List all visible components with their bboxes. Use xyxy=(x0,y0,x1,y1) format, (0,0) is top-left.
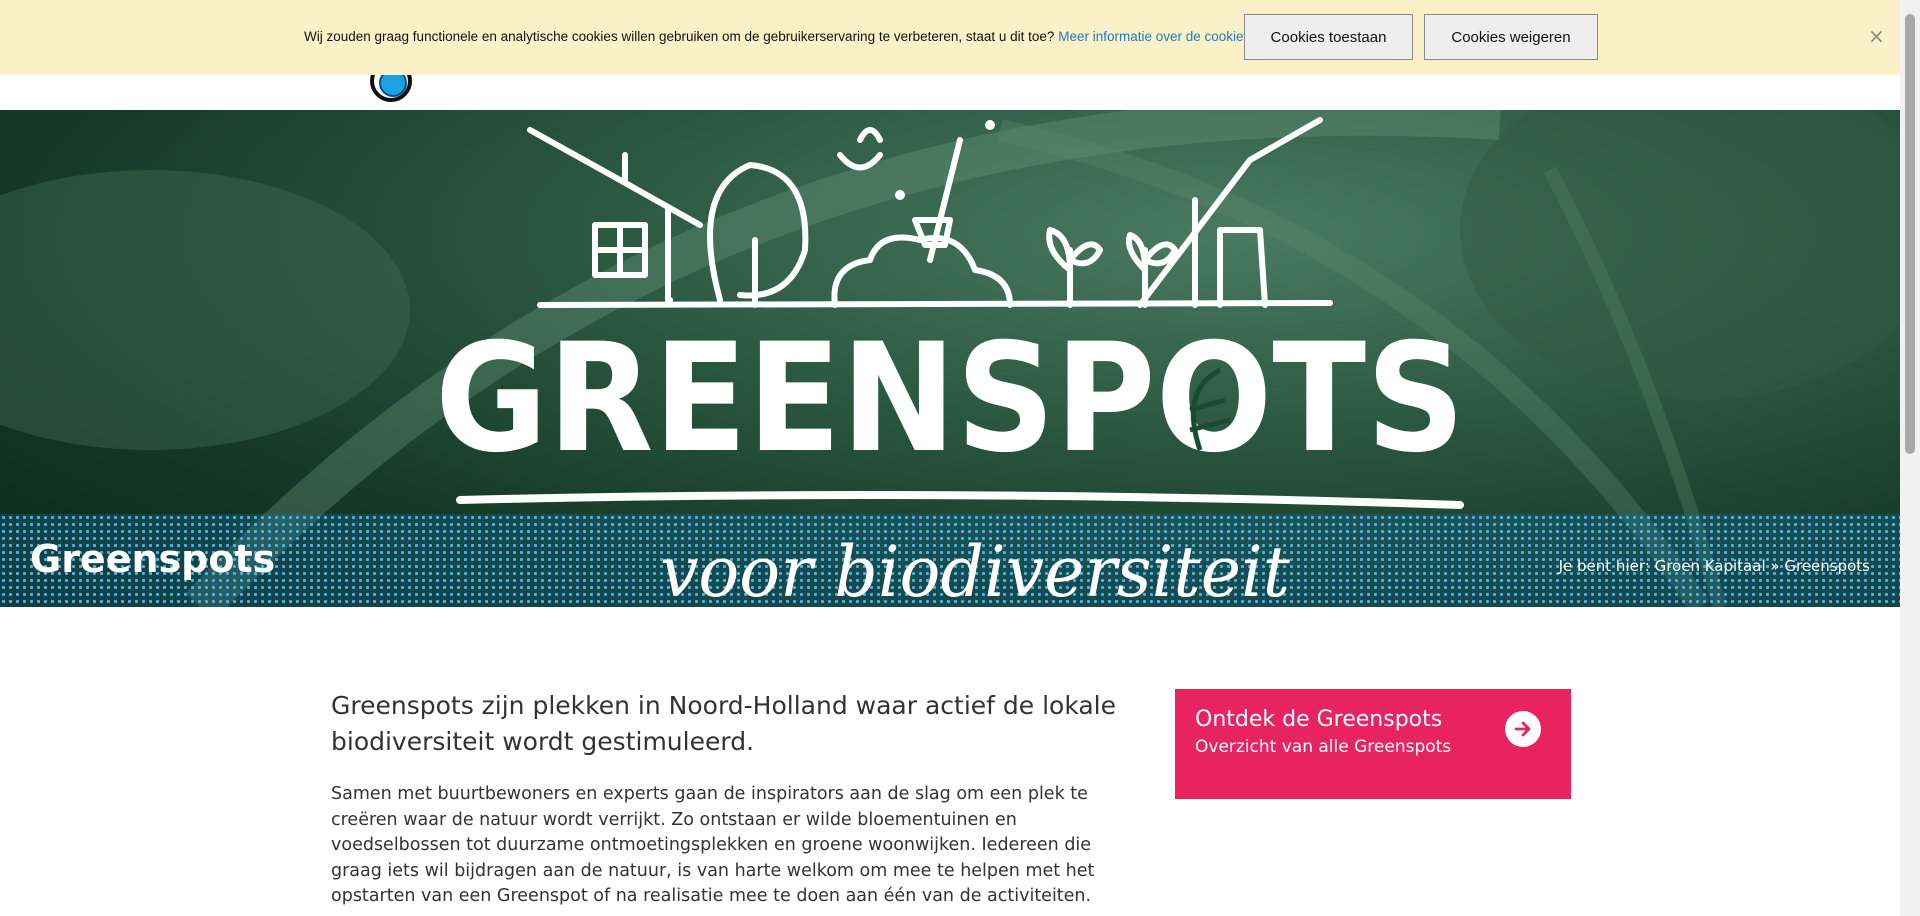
breadcrumb-link-groen-kapitaal[interactable]: Groen Kapitaal xyxy=(1655,557,1766,575)
cta-title: Ontdek de Greenspots xyxy=(1195,707,1443,732)
close-icon[interactable]: × xyxy=(1868,26,1885,46)
intro-text: Greenspots zijn plekken in Noord-Holland… xyxy=(331,691,1117,756)
hero-banner: GREENSPOTS voor biodiversiteit Greenspot… xyxy=(0,110,1900,607)
breadcrumb-prefix: Je bent hier: xyxy=(1558,557,1650,575)
body-text: Samen met buurtbewoners en experts gaan … xyxy=(331,784,1095,906)
scrollbar-thumb[interactable] xyxy=(1905,14,1915,454)
cookie-message-text: Wij zouden graag functionele en analytis… xyxy=(304,29,1055,44)
cookie-info-link[interactable]: Meer informatie over de cookiewet. xyxy=(1058,29,1268,44)
breadcrumb-current: Greenspots xyxy=(1784,557,1870,575)
cta-subtitle: Overzicht van alle Greenspots xyxy=(1195,737,1452,757)
cookies-allow-button[interactable]: Cookies toestaan xyxy=(1244,14,1413,60)
arrow-right-icon[interactable] xyxy=(1505,711,1541,747)
cookies-deny-button[interactable]: Cookies weigeren xyxy=(1424,14,1598,60)
page-scrollbar[interactable] xyxy=(1900,0,1920,916)
breadcrumb: Je bent hier: Groen Kapitaal » Greenspot… xyxy=(1559,557,1870,575)
cookie-bar: Wij zouden graag functionele en analytis… xyxy=(0,0,1900,75)
cookie-message: Wij zouden graag functionele en analytis… xyxy=(304,29,1268,44)
discover-greenspots-card[interactable]: Ontdek de Greenspots Overzicht van alle … xyxy=(1175,689,1571,799)
artwork-tagline-layer: voor biodiversiteit xyxy=(660,531,1291,607)
artwork-tagline: voor biodiversiteit xyxy=(660,531,1291,607)
page-title: Greenspots xyxy=(30,537,276,581)
breadcrumb-separator: » xyxy=(1770,557,1780,575)
